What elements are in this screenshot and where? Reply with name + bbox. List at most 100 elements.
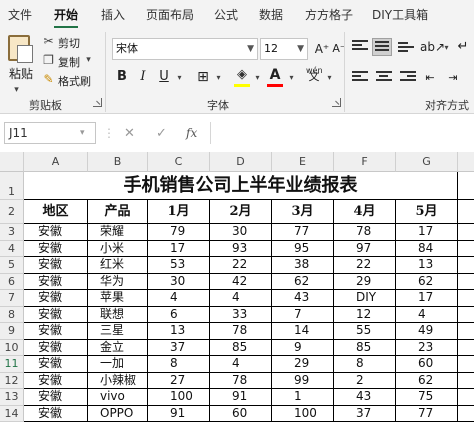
name-box-dropdown-icon[interactable]: ▾ (80, 128, 85, 138)
select-all-corner[interactable] (0, 152, 24, 172)
cut-button[interactable]: 剪切 (58, 35, 80, 51)
underline-button[interactable]: U (155, 68, 173, 86)
row-header-3[interactable]: 3 (0, 224, 24, 241)
font-color-icon[interactable]: A (266, 66, 284, 84)
sales-cell[interactable]: 77 (272, 224, 334, 241)
product-cell[interactable]: 小米 (88, 240, 148, 257)
empty-cell[interactable] (458, 340, 474, 356)
row-header-10[interactable]: 10 (0, 339, 24, 356)
fill-color-icon[interactable]: ◈ (233, 66, 251, 84)
product-cell[interactable]: 小辣椒 (88, 372, 148, 389)
sales-cell[interactable]: 75 (396, 389, 458, 406)
fill-dropdown-icon[interactable]: ▾ (251, 71, 264, 84)
formula-input[interactable] (210, 122, 474, 144)
tab-file[interactable]: 文件 (8, 6, 32, 23)
sales-cell[interactable]: 2 (334, 372, 396, 389)
product-cell[interactable]: vivo (88, 389, 148, 406)
sales-cell[interactable]: 14 (272, 323, 334, 340)
row-header-13[interactable]: 13 (0, 389, 24, 406)
sales-cell[interactable]: 13 (148, 323, 210, 340)
empty-cell[interactable] (458, 307, 474, 323)
align-top-icon[interactable] (352, 40, 368, 54)
sales-cell[interactable]: 99 (272, 372, 334, 389)
tab-diy-toolbox[interactable]: DIY工具箱 (372, 6, 428, 23)
tab-ffgz[interactable]: 方方格子 (305, 6, 353, 23)
sales-cell[interactable]: 60 (396, 356, 458, 373)
phonetic-dropdown-icon[interactable]: ▾ (323, 71, 336, 84)
sales-cell[interactable]: 4 (210, 356, 272, 373)
column-heading[interactable]: 4月 (334, 200, 396, 224)
empty-cell[interactable] (458, 373, 474, 389)
sales-cell[interactable]: 95 (272, 240, 334, 257)
increase-indent-icon[interactable]: ⇥ (444, 69, 462, 87)
sales-cell[interactable]: 55 (334, 323, 396, 340)
sales-cell[interactable]: 8 (148, 356, 210, 373)
shrink-font-button[interactable]: A⁻ (330, 40, 348, 58)
sales-cell[interactable]: 22 (334, 257, 396, 274)
empty-cell[interactable] (458, 356, 474, 373)
orientation-icon[interactable]: ab↗ (420, 38, 445, 56)
bold-button[interactable]: B (113, 68, 131, 86)
product-cell[interactable]: OPPO (88, 405, 148, 422)
product-cell[interactable]: 苹果 (88, 290, 148, 307)
empty-cell[interactable] (458, 274, 474, 290)
sales-cell[interactable]: 8 (334, 356, 396, 373)
product-cell[interactable]: 一加 (88, 356, 148, 373)
copy-button[interactable]: 复制 (58, 54, 80, 70)
phonetic-button[interactable]: wén 文 (305, 66, 323, 86)
sales-cell[interactable]: 23 (396, 339, 458, 356)
region-cell[interactable]: 安徽 (24, 405, 88, 422)
sales-cell[interactable]: 62 (396, 273, 458, 290)
decrease-indent-icon[interactable]: ⇤ (421, 69, 439, 87)
sales-cell[interactable]: 85 (334, 339, 396, 356)
sales-cell[interactable]: 33 (210, 306, 272, 323)
align-middle-icon[interactable] (372, 38, 392, 56)
sales-cell[interactable]: 62 (396, 372, 458, 389)
empty-cell[interactable] (458, 200, 474, 224)
sales-cell[interactable]: 4 (210, 290, 272, 307)
sales-cell[interactable]: 12 (334, 306, 396, 323)
row-header-14[interactable]: 14 (0, 405, 24, 422)
column-heading[interactable]: 地区 (24, 200, 88, 224)
align-left-icon[interactable] (352, 71, 368, 85)
font-size-combo[interactable]: 12 ▼ (260, 38, 308, 60)
column-heading[interactable]: 1月 (148, 200, 210, 224)
cancel-icon[interactable]: ✕ (124, 126, 135, 141)
sales-cell[interactable]: 1 (272, 389, 334, 406)
sales-cell[interactable]: 78 (210, 372, 272, 389)
product-cell[interactable]: 华为 (88, 273, 148, 290)
column-header-f[interactable]: F (334, 152, 396, 172)
sales-cell[interactable]: 43 (334, 389, 396, 406)
empty-cell[interactable] (458, 406, 474, 422)
sales-cell[interactable]: 78 (334, 224, 396, 241)
clipboard-launcher-icon[interactable] (93, 98, 102, 107)
insert-function-button[interactable]: fx (186, 126, 197, 140)
sales-cell[interactable]: 17 (396, 224, 458, 241)
product-cell[interactable]: 三星 (88, 323, 148, 340)
product-cell[interactable]: 荣耀 (88, 224, 148, 241)
sales-cell[interactable]: 53 (148, 257, 210, 274)
region-cell[interactable]: 安徽 (24, 372, 88, 389)
copy-dropdown-icon[interactable]: ▾ (82, 54, 95, 67)
sales-cell[interactable]: 27 (148, 372, 210, 389)
sales-cell[interactable]: 29 (272, 356, 334, 373)
sales-cell[interactable]: 77 (396, 405, 458, 422)
row-header-2[interactable]: 2 (0, 200, 24, 224)
region-cell[interactable]: 安徽 (24, 290, 88, 307)
tab-page-layout[interactable]: 页面布局 (146, 6, 194, 23)
sales-cell[interactable]: 9 (272, 339, 334, 356)
sales-cell[interactable]: 100 (272, 405, 334, 422)
borders-dropdown-icon[interactable]: ▾ (212, 71, 225, 84)
empty-cell[interactable] (458, 241, 474, 257)
grow-font-button[interactable]: A⁺ (313, 40, 331, 58)
region-cell[interactable]: 安徽 (24, 273, 88, 290)
row-header-12[interactable]: 12 (0, 372, 24, 389)
sales-cell[interactable]: 93 (210, 240, 272, 257)
column-header-d[interactable]: D (210, 152, 272, 172)
region-cell[interactable]: 安徽 (24, 339, 88, 356)
orientation-dropdown-icon[interactable]: ▾ (440, 41, 453, 54)
sales-cell[interactable]: 17 (148, 240, 210, 257)
sales-cell[interactable]: 37 (148, 339, 210, 356)
row-header-4[interactable]: 4 (0, 240, 24, 257)
region-cell[interactable]: 安徽 (24, 389, 88, 406)
